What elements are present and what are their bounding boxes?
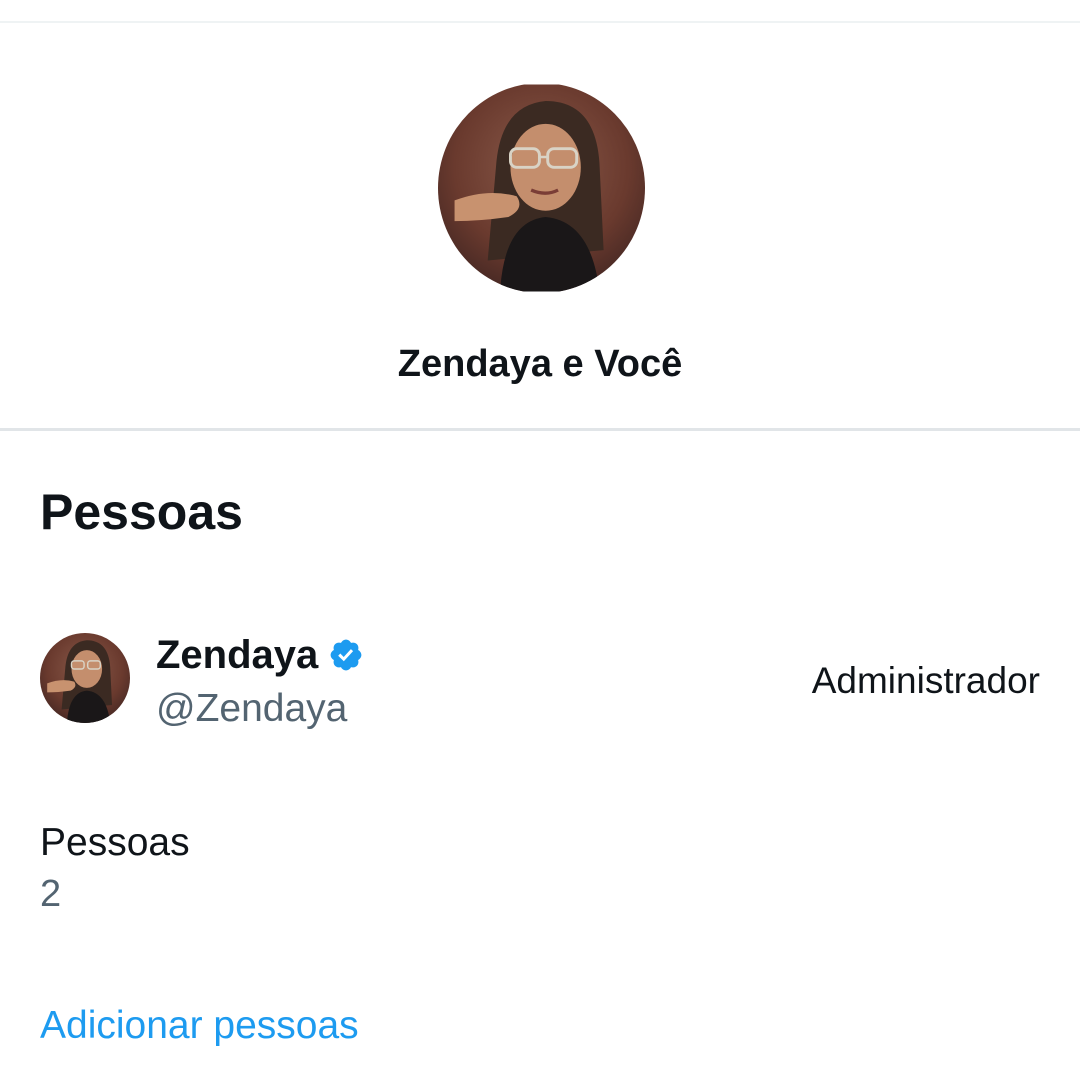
member-row[interactable]: Zendaya @Zendaya Administrador <box>0 620 1080 740</box>
verified-badge-icon <box>330 639 362 671</box>
member-role: Administrador <box>811 660 1040 701</box>
section-title: Pessoas <box>40 484 243 540</box>
group-name: Zendaya e Você <box>397 343 683 385</box>
section-divider <box>0 428 1080 431</box>
person-photo-icon <box>438 84 645 292</box>
member-handle: @Zendaya <box>156 687 348 730</box>
group-avatar[interactable] <box>438 83 645 293</box>
member-avatar[interactable] <box>40 633 130 723</box>
top-divider <box>0 21 1080 23</box>
person-photo-icon <box>40 633 130 723</box>
add-people-link[interactable]: Adicionar pessoas <box>40 1001 359 1051</box>
member-name: Zendaya <box>156 633 319 677</box>
people-count-label: Pessoas <box>40 821 190 864</box>
member-name-line: Zendaya <box>156 630 364 680</box>
people-count-value: 2 <box>40 873 62 915</box>
